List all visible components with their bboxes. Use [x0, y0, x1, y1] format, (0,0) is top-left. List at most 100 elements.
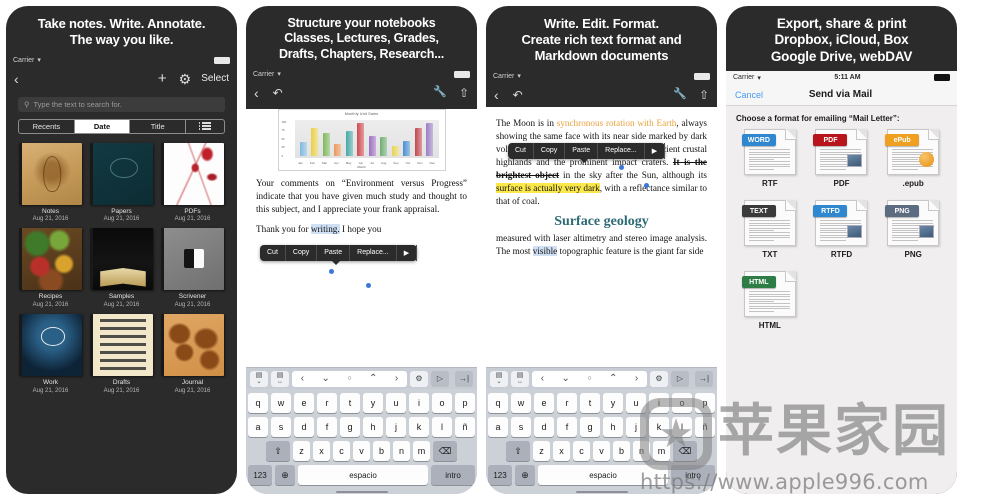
key-⊕[interactable]: ⊕: [515, 465, 535, 485]
key-z[interactable]: z: [533, 441, 550, 461]
key-t[interactable]: t: [580, 393, 600, 413]
key-⌫[interactable]: ⌫: [673, 441, 697, 461]
gear-icon[interactable]: ⚙: [410, 370, 428, 387]
key-y[interactable]: y: [603, 393, 623, 413]
key-r[interactable]: r: [317, 393, 337, 413]
key-⌫[interactable]: ⌫: [433, 441, 457, 461]
key-f[interactable]: f: [317, 417, 337, 437]
key-g[interactable]: g: [340, 417, 360, 437]
replace-button[interactable]: Replace...: [598, 142, 645, 159]
cut-button[interactable]: Cut: [508, 142, 534, 159]
key-z[interactable]: z: [293, 441, 310, 461]
key-p[interactable]: p: [455, 393, 475, 413]
format-option[interactable]: PNG PNG: [879, 200, 947, 259]
key-x[interactable]: x: [553, 441, 570, 461]
list-item[interactable]: Work Aug 21, 2016: [19, 313, 82, 396]
key-q[interactable]: q: [248, 393, 268, 413]
cut-button[interactable]: Cut: [260, 244, 286, 261]
selection-handle-start[interactable]: [619, 164, 624, 170]
text-edit-callout-menu[interactable]: Cut Copy Paste Replace... ▶: [260, 244, 418, 265]
more-button[interactable]: ▶: [397, 244, 418, 261]
nav-dot-icon[interactable]: ○: [587, 375, 591, 382]
key-a[interactable]: a: [488, 417, 508, 437]
wrench-icon[interactable]: 🔧: [433, 87, 447, 98]
cancel-button[interactable]: Cancel: [735, 90, 763, 100]
selected-text[interactable]: writing.: [310, 223, 340, 234]
selection-handle-start[interactable]: [329, 268, 334, 274]
key-u[interactable]: u: [626, 393, 646, 413]
keyboard-resize-icon[interactable]: ▤ ↔: [271, 370, 289, 387]
nav-dot-icon[interactable]: ○: [347, 375, 351, 382]
key-d[interactable]: d: [294, 417, 314, 437]
key-d[interactable]: d: [534, 417, 554, 437]
key-intro[interactable]: intro: [431, 465, 475, 485]
format-option[interactable]: ePub .epub: [879, 129, 947, 188]
document-body[interactable]: The Moon is in synchronous rotation with…: [486, 107, 717, 259]
share-icon[interactable]: ⇧: [699, 89, 709, 101]
key-c[interactable]: c: [333, 441, 350, 461]
tag-icon[interactable]: ▷: [671, 370, 689, 387]
key-b[interactable]: b: [613, 441, 630, 461]
nav-up-icon[interactable]: ⌃: [609, 373, 617, 384]
format-option[interactable]: WORD RTF: [736, 129, 804, 188]
segment-date[interactable]: Date: [74, 119, 131, 133]
format-option[interactable]: HTML HTML: [736, 271, 804, 330]
key-v[interactable]: v: [353, 441, 370, 461]
key-s[interactable]: s: [511, 417, 531, 437]
nav-prev-icon[interactable]: ‹: [541, 373, 544, 384]
gear-icon[interactable]: ⚙: [179, 72, 192, 86]
paste-button[interactable]: Paste: [317, 244, 351, 261]
copy-button[interactable]: Copy: [286, 244, 318, 261]
selection-handle-end[interactable]: [366, 282, 371, 288]
dismiss-keyboard-icon[interactable]: →|: [455, 370, 473, 387]
key-o[interactable]: o: [432, 393, 452, 413]
key-e[interactable]: e: [294, 393, 314, 413]
key-h[interactable]: h: [603, 417, 623, 437]
text-edit-callout-menu[interactable]: Cut Copy Paste Replace... ▶: [508, 142, 666, 163]
key-m[interactable]: m: [653, 441, 670, 461]
key-n[interactable]: n: [393, 441, 410, 461]
key-k[interactable]: k: [649, 417, 669, 437]
nav-next-icon[interactable]: ›: [395, 373, 398, 384]
list-item[interactable]: Scrivener Aug 21, 2016: [161, 228, 224, 310]
back-icon[interactable]: ‹: [14, 72, 19, 86]
selected-text[interactable]: visible: [532, 246, 558, 257]
list-item[interactable]: Samples Aug 21, 2016: [90, 228, 153, 310]
key-k[interactable]: k: [409, 417, 429, 437]
undo-icon[interactable]: ↶: [273, 87, 283, 99]
key-123[interactable]: 123: [248, 465, 272, 485]
list-item[interactable]: Papers Aug 21, 2016: [90, 142, 153, 225]
key-s[interactable]: s: [271, 417, 291, 437]
key-l[interactable]: l: [432, 417, 452, 437]
keyboard-resize-icon[interactable]: ▤ ↔: [511, 370, 529, 387]
key-j[interactable]: j: [386, 417, 406, 437]
key-⊕[interactable]: ⊕: [275, 465, 295, 485]
key-g[interactable]: g: [580, 417, 600, 437]
key-j[interactable]: j: [626, 417, 646, 437]
text-navigation-group[interactable]: ‹ ⌄ ○ ⌃ ›: [292, 370, 407, 387]
key-p[interactable]: p: [695, 393, 715, 413]
selection-handle-end[interactable]: [644, 182, 649, 188]
key-123[interactable]: 123: [488, 465, 512, 485]
paste-button[interactable]: Paste: [565, 142, 599, 159]
back-icon[interactable]: ‹: [494, 88, 499, 102]
format-option[interactable]: PDF PDF: [808, 129, 876, 188]
key-i[interactable]: i: [649, 393, 669, 413]
key-t[interactable]: t: [340, 393, 360, 413]
keyboard-layout-icon[interactable]: ▤ ⌄: [490, 370, 508, 387]
key-x[interactable]: x: [313, 441, 330, 461]
key-espacio[interactable]: espacio: [298, 465, 428, 485]
text-navigation-group[interactable]: ‹ ⌄ ○ ⌃ ›: [532, 370, 647, 387]
format-option[interactable]: TEXT TXT: [736, 200, 804, 259]
key-⇧[interactable]: ⇧: [266, 441, 290, 461]
key-espacio[interactable]: espacio: [538, 465, 668, 485]
list-item[interactable]: Notes Aug 21, 2016: [19, 142, 82, 225]
wrench-icon[interactable]: 🔧: [673, 89, 687, 100]
list-item[interactable]: Drafts Aug 21, 2016: [90, 313, 153, 396]
keyboard-layout-icon[interactable]: ▤ ⌄: [250, 370, 268, 387]
replace-button[interactable]: Replace...: [350, 244, 397, 261]
key-ñ[interactable]: ñ: [695, 417, 715, 437]
list-item[interactable]: PDFs Aug 21, 2016: [161, 142, 224, 225]
list-item[interactable]: Journal Aug 21, 2016: [161, 313, 224, 396]
key-r[interactable]: r: [557, 393, 577, 413]
